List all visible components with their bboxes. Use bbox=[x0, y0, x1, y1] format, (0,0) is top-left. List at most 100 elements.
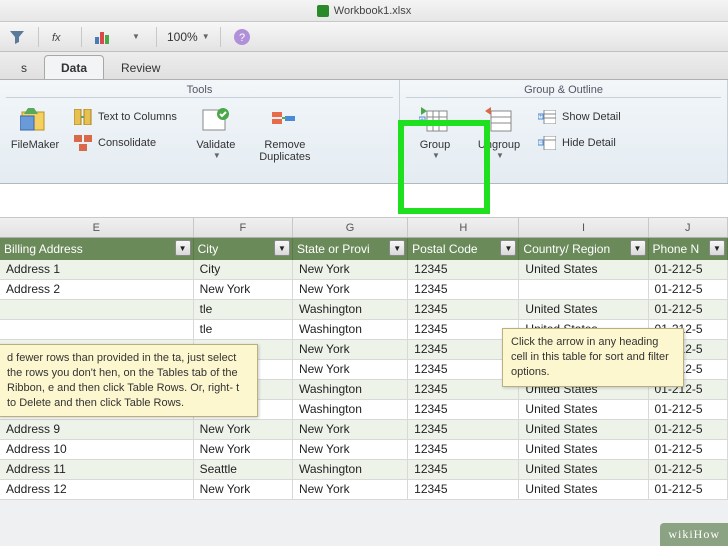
tab-partial[interactable]: s bbox=[4, 55, 44, 79]
filter-arrow-icon[interactable]: ▼ bbox=[274, 240, 290, 256]
filemaker-button[interactable]: FileMaker bbox=[6, 100, 64, 155]
cell[interactable]: Address 10 bbox=[0, 440, 194, 459]
cell[interactable]: 01-212-5 bbox=[649, 460, 728, 479]
cell[interactable]: United States bbox=[519, 460, 648, 479]
cell[interactable]: New York bbox=[293, 480, 408, 499]
remove-duplicates-button[interactable]: Remove Duplicates bbox=[251, 100, 319, 167]
group-title-outline: Group & Outline bbox=[406, 82, 721, 98]
validate-button[interactable]: Validate▼ bbox=[187, 100, 245, 164]
filter-arrow-icon[interactable]: ▼ bbox=[630, 240, 646, 256]
filter-arrow-icon[interactable]: ▼ bbox=[389, 240, 405, 256]
cell[interactable]: Washington bbox=[293, 460, 408, 479]
svg-text:+: + bbox=[420, 117, 424, 124]
cell[interactable]: New York bbox=[194, 420, 293, 439]
cell[interactable]: Address 1 bbox=[0, 260, 194, 279]
text-to-columns-button[interactable]: Text to Columns bbox=[70, 106, 181, 128]
zoom-control[interactable]: 100%▼ bbox=[167, 30, 210, 44]
fx-icon[interactable]: fx bbox=[49, 26, 71, 48]
ungroup-button[interactable]: Ungroup▼ bbox=[470, 100, 528, 164]
cell[interactable]: 12345 bbox=[408, 400, 519, 419]
filter-icon[interactable] bbox=[6, 26, 28, 48]
cell[interactable]: tle bbox=[194, 300, 293, 319]
table-row[interactable]: Address 10New YorkNew York12345United St… bbox=[0, 440, 728, 460]
cell[interactable]: United States bbox=[519, 400, 648, 419]
header-country: Country/ Region▼ bbox=[519, 238, 648, 260]
cell[interactable]: 12345 bbox=[408, 420, 519, 439]
column-header-row: E F G H I J bbox=[0, 218, 728, 238]
col-header-F[interactable]: F bbox=[194, 218, 293, 237]
cell[interactable]: Address 12 bbox=[0, 480, 194, 499]
cell[interactable]: Seattle bbox=[194, 460, 293, 479]
cell[interactable]: 12345 bbox=[408, 440, 519, 459]
cell[interactable]: 01-212-5 bbox=[649, 260, 728, 279]
cell[interactable]: New York bbox=[293, 440, 408, 459]
table-row[interactable]: Address 1CityNew York12345United States0… bbox=[0, 260, 728, 280]
filter-arrow-icon[interactable]: ▼ bbox=[709, 240, 725, 256]
cell[interactable]: 01-212-5 bbox=[649, 440, 728, 459]
cell[interactable]: 01-212-5 bbox=[649, 400, 728, 419]
cell[interactable]: New York bbox=[293, 360, 408, 379]
chart-icon[interactable] bbox=[92, 26, 114, 48]
hide-detail-button[interactable]: − Hide Detail bbox=[534, 132, 625, 154]
col-header-G[interactable]: G bbox=[293, 218, 408, 237]
quick-access-toolbar: fx ▼ 100%▼ ? bbox=[0, 22, 728, 52]
svg-text:+: + bbox=[539, 114, 543, 120]
filter-arrow-icon[interactable]: ▼ bbox=[500, 240, 516, 256]
cell[interactable]: 12345 bbox=[408, 480, 519, 499]
header-billing: Billing Address▼ bbox=[0, 238, 194, 260]
cell[interactable]: Washington bbox=[293, 380, 408, 399]
cell[interactable]: 12345 bbox=[408, 260, 519, 279]
group-button[interactable]: + Group▼ bbox=[406, 100, 464, 164]
cell[interactable]: 01-212-5 bbox=[649, 480, 728, 499]
cell[interactable]: Washington bbox=[293, 300, 408, 319]
cell[interactable]: Washington bbox=[293, 320, 408, 339]
cell[interactable]: United States bbox=[519, 420, 648, 439]
text-to-columns-icon bbox=[74, 108, 92, 126]
help-icon[interactable]: ? bbox=[231, 26, 253, 48]
cell[interactable]: United States bbox=[519, 300, 648, 319]
cell[interactable]: United States bbox=[519, 440, 648, 459]
table-row[interactable]: tleWashington12345United States01-212-5 bbox=[0, 300, 728, 320]
cell[interactable]: City bbox=[194, 260, 293, 279]
cell[interactable]: New York bbox=[293, 420, 408, 439]
cell[interactable]: New York bbox=[194, 280, 293, 299]
cell[interactable]: tle bbox=[194, 320, 293, 339]
table-row[interactable]: Address 12New YorkNew York12345United St… bbox=[0, 480, 728, 500]
cell[interactable]: United States bbox=[519, 260, 648, 279]
cell[interactable]: 01-212-5 bbox=[649, 280, 728, 299]
cell[interactable]: 12345 bbox=[408, 460, 519, 479]
hide-detail-icon: − bbox=[538, 134, 556, 152]
chart-dropdown-icon[interactable]: ▼ bbox=[124, 26, 146, 48]
table-row[interactable]: Address 9New YorkNew York12345United Sta… bbox=[0, 420, 728, 440]
watermark: wikiHow bbox=[660, 523, 728, 546]
cell[interactable]: 01-212-5 bbox=[649, 420, 728, 439]
consolidate-button[interactable]: Consolidate bbox=[70, 132, 181, 154]
cell[interactable]: New York bbox=[293, 280, 408, 299]
cell[interactable]: Address 2 bbox=[0, 280, 194, 299]
tab-review[interactable]: Review bbox=[104, 55, 177, 79]
cell[interactable]: New York bbox=[194, 440, 293, 459]
cell[interactable]: 12345 bbox=[408, 300, 519, 319]
cell[interactable]: 01-212-5 bbox=[649, 300, 728, 319]
table-row[interactable]: Address 2New YorkNew York1234501-212-5 bbox=[0, 280, 728, 300]
col-header-J[interactable]: J bbox=[649, 218, 728, 237]
cell[interactable] bbox=[0, 300, 194, 319]
filter-arrow-icon[interactable]: ▼ bbox=[175, 240, 191, 256]
cell[interactable]: Address 9 bbox=[0, 420, 194, 439]
cell[interactable]: New York bbox=[293, 340, 408, 359]
excel-file-icon bbox=[317, 5, 329, 17]
show-detail-button[interactable]: + Show Detail bbox=[534, 106, 625, 128]
cell[interactable]: United States bbox=[519, 480, 648, 499]
cell[interactable]: New York bbox=[293, 260, 408, 279]
col-header-I[interactable]: I bbox=[519, 218, 648, 237]
cell[interactable]: 12345 bbox=[408, 280, 519, 299]
cell[interactable] bbox=[519, 280, 648, 299]
col-header-E[interactable]: E bbox=[0, 218, 194, 237]
cell[interactable] bbox=[0, 320, 194, 339]
cell[interactable]: Washington bbox=[293, 400, 408, 419]
col-header-H[interactable]: H bbox=[408, 218, 519, 237]
tab-data[interactable]: Data bbox=[44, 55, 104, 79]
table-row[interactable]: Address 11SeattleWashington12345United S… bbox=[0, 460, 728, 480]
cell[interactable]: Address 11 bbox=[0, 460, 194, 479]
cell[interactable]: New York bbox=[194, 480, 293, 499]
